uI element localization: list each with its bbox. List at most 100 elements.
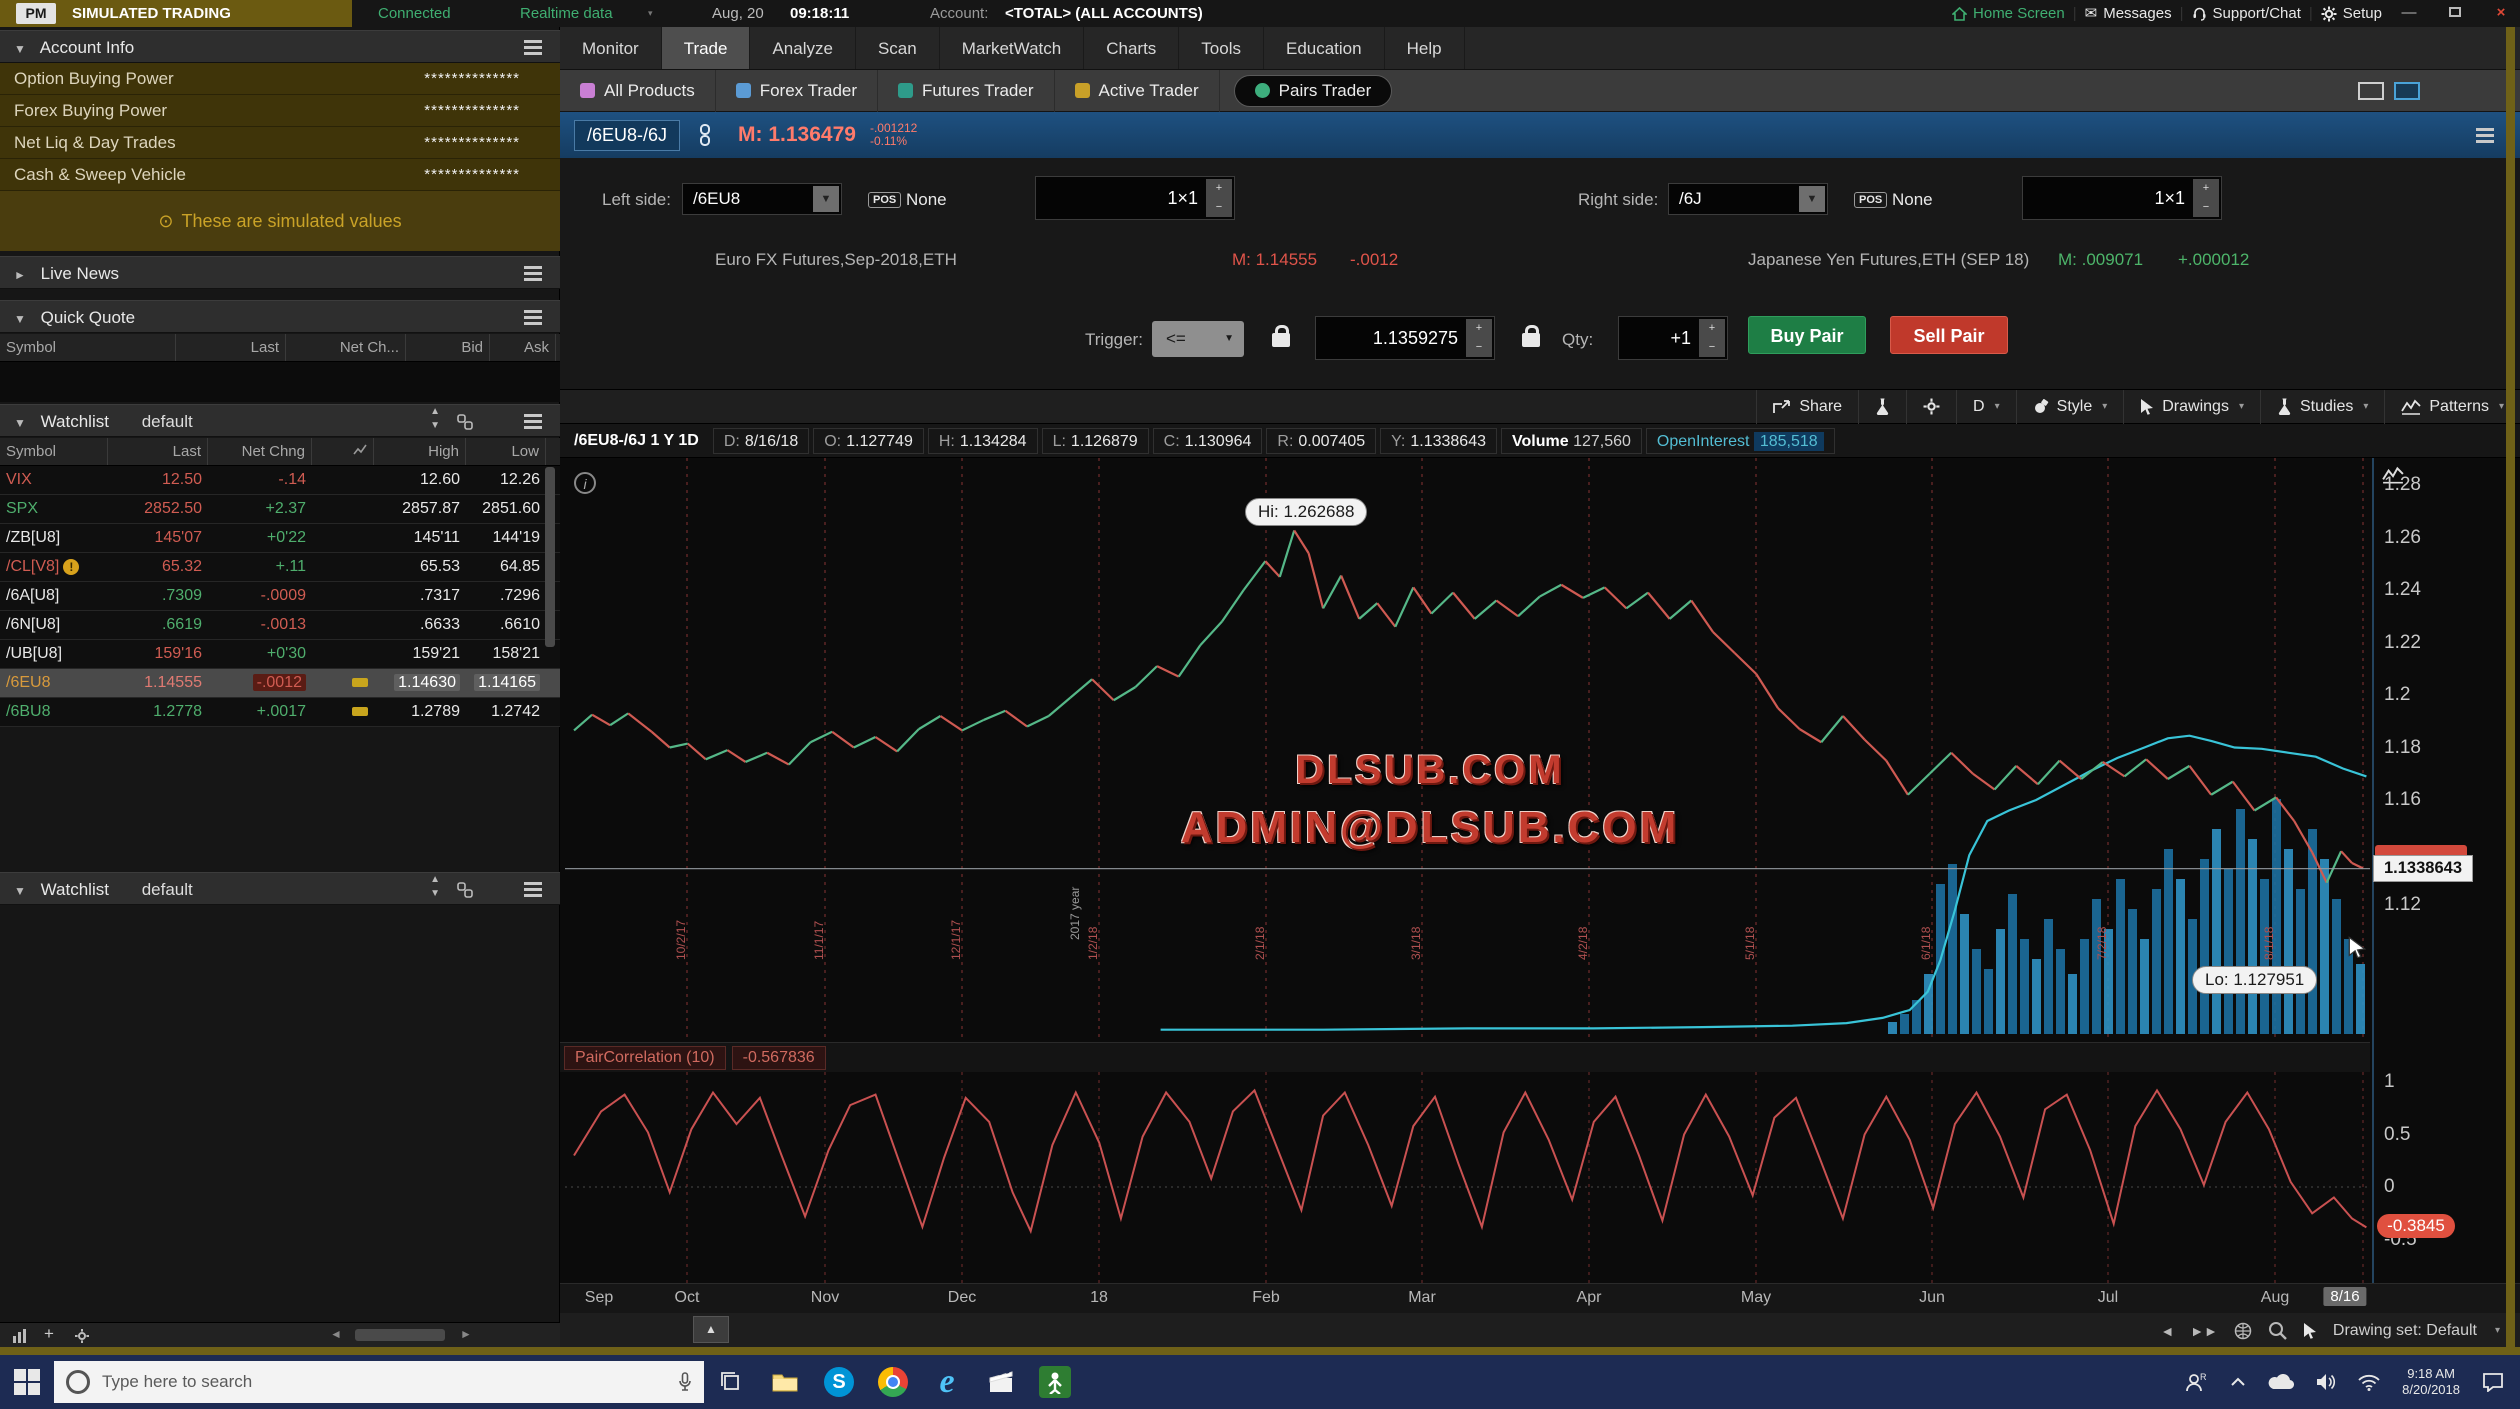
qq-col-bid[interactable]: Bid (406, 334, 490, 361)
mic-icon[interactable] (678, 1372, 692, 1392)
share-button[interactable]: Share (1756, 390, 1858, 424)
support-chat-button[interactable]: Support/Chat (2192, 0, 2301, 27)
left-symbol-dropdown[interactable]: /6EU8▼ (682, 183, 842, 215)
tab-analyze[interactable]: Analyze (750, 27, 855, 69)
wl-col-net-chng[interactable]: Net Chng (208, 438, 312, 465)
movies-tv-button[interactable] (974, 1355, 1028, 1409)
sort-icon[interactable]: ▲▼ (430, 873, 440, 901)
right-symbol-dropdown[interactable]: /6J▼ (1668, 183, 1828, 215)
studies-dropdown[interactable]: Studies▾ (2260, 390, 2384, 424)
volume-icon[interactable] (2316, 1373, 2336, 1391)
drawings-dropdown[interactable]: Drawings▾ (2123, 390, 2260, 424)
watchlist-name-dropdown[interactable]: default (142, 412, 193, 431)
tab-help[interactable]: Help (1385, 27, 1465, 69)
watchlist-row-zb-u8[interactable]: /ZB[U8]145'07+0'22145'11144'19 (0, 524, 560, 553)
chrome-button[interactable] (866, 1355, 920, 1409)
study-chart-svg[interactable] (565, 1072, 2372, 1283)
watchlist2-name-dropdown[interactable]: default (142, 880, 193, 899)
spinner-up-icon[interactable]: + (1699, 319, 1725, 338)
quick-study-button[interactable] (1858, 390, 1906, 424)
tray-expand-icon[interactable] (2230, 1377, 2246, 1387)
chart-info-icon[interactable]: i (574, 472, 596, 494)
wl-col-low[interactable]: Low (466, 438, 546, 465)
pairbar-menu-icon[interactable] (2476, 128, 2494, 131)
study-name[interactable]: PairCorrelation (10) (564, 1046, 726, 1070)
layout-split-icon[interactable] (2394, 82, 2420, 100)
onedrive-icon[interactable] (2268, 1374, 2294, 1390)
qq-col-last[interactable]: Last (176, 334, 286, 361)
link-chain-icon[interactable] (698, 124, 712, 146)
watchlist-row-6n-u8[interactable]: /6N[U8].6619-.0013.6633.6610 (0, 611, 560, 640)
trigger-op-dropdown[interactable]: <=▼ (1152, 321, 1244, 357)
section-menu-icon[interactable] (524, 310, 542, 313)
section-live-news[interactable]: ► Live News (0, 256, 560, 289)
taskbar-clock[interactable]: 9:18 AM 8/20/2018 (2402, 1366, 2460, 1398)
realtime-caret-icon[interactable]: ▾ (648, 0, 653, 27)
tab-charts[interactable]: Charts (1084, 27, 1179, 69)
qq-col-symbol[interactable]: Symbol (0, 334, 176, 361)
taskbar-search[interactable]: Type here to search (54, 1361, 704, 1403)
subtab-active-trader[interactable]: Active Trader (1055, 70, 1220, 112)
tab-trade[interactable]: Trade (662, 27, 751, 69)
skype-button[interactable]: S (812, 1355, 866, 1409)
section-watchlist-2[interactable]: ▼ Watchlist default ▲▼ (0, 872, 560, 905)
watchlist-row-ub-u8[interactable]: /UB[U8]159'16+0'30159'21158'21 (0, 640, 560, 669)
subtab-futures-trader[interactable]: Futures Trader (878, 70, 1055, 112)
wl-col-last[interactable]: Last (108, 438, 208, 465)
section-quick-quote[interactable]: ▼ Quick Quote (0, 300, 560, 333)
sort-icon[interactable]: ▲▼ (430, 405, 440, 433)
panel-expander-button[interactable]: ▲ (693, 1316, 729, 1343)
scroll-left-icon[interactable]: ◄ (330, 1327, 342, 1341)
style-dropdown[interactable]: Style▾ (2016, 390, 2124, 424)
dropdown-arrow-icon[interactable]: ▼ (813, 186, 839, 212)
thinkorswim-button[interactable] (1028, 1355, 1082, 1409)
setup-button[interactable]: Setup (2321, 0, 2382, 27)
subtab-all-products[interactable]: All Products (560, 70, 716, 112)
buy-pair-button[interactable]: Buy Pair (1748, 316, 1866, 354)
horizontal-scrollbar-thumb[interactable] (355, 1329, 445, 1341)
cursor-tool-icon[interactable] (2303, 1322, 2317, 1339)
watchlist-row-vix[interactable]: VIX12.50-.1412.6012.26 (0, 466, 560, 495)
qty-spinner[interactable]: +1 + − (1618, 316, 1728, 360)
section-menu-icon[interactable] (524, 266, 542, 269)
section-menu-icon[interactable] (524, 882, 542, 885)
section-account-info[interactable]: ▼ Account Info (0, 30, 560, 63)
timeframe-dropdown[interactable]: D▾ (1956, 390, 2016, 424)
pair-symbol[interactable]: /6EU8-/6J (574, 120, 680, 151)
subtab-pairs-trader[interactable]: Pairs Trader (1234, 75, 1393, 107)
sidebar-scrollbar[interactable] (545, 467, 555, 647)
spinner-up-icon[interactable]: + (2193, 179, 2219, 198)
action-center-icon[interactable] (2482, 1372, 2504, 1392)
lock-icon[interactable] (1272, 333, 1290, 347)
wifi-icon[interactable] (2358, 1374, 2380, 1391)
messages-button[interactable]: ✉ Messages (2085, 0, 2172, 27)
tab-tools[interactable]: Tools (1179, 27, 1264, 69)
sell-pair-button[interactable]: Sell Pair (1890, 316, 2008, 354)
left-ratio-spinner[interactable]: 1×1 + − (1035, 176, 1235, 220)
zoom-icon[interactable] (2268, 1321, 2287, 1340)
layout-single-icon[interactable] (2358, 82, 2384, 100)
spinner-down-icon[interactable]: − (1466, 338, 1492, 357)
spinner-down-icon[interactable]: − (1206, 198, 1232, 217)
globe-icon[interactable] (2234, 1322, 2252, 1340)
spinner-up-icon[interactable]: + (1466, 319, 1492, 338)
watchlist-row-6a-u8[interactable]: /6A[U8].7309-.0009.7317.7296 (0, 582, 560, 611)
scroll-right-icon[interactable]: ► (460, 1327, 472, 1341)
lock-icon[interactable] (1522, 333, 1540, 347)
spinner-down-icon[interactable]: − (2193, 198, 2219, 217)
realtime-status[interactable]: Realtime data (520, 0, 613, 27)
spinner-up-icon[interactable]: + (1206, 179, 1232, 198)
watchlist-row-spx[interactable]: SPX2852.50+2.372857.872851.60 (0, 495, 560, 524)
spinner-down-icon[interactable]: − (1699, 338, 1725, 357)
account-selector[interactable]: <TOTAL> (ALL ACCOUNTS) (1005, 0, 1203, 27)
tab-scan[interactable]: Scan (856, 27, 940, 69)
gear-icon[interactable] (74, 1328, 90, 1344)
pan-left-icon[interactable]: ◄ (2160, 1323, 2174, 1339)
watchlist-row-6bu8[interactable]: /6BU81.2778+.00171.27891.2742 (0, 698, 560, 727)
trigger-price-spinner[interactable]: 1.1359275 + − (1315, 316, 1495, 360)
section-menu-icon[interactable] (524, 40, 542, 43)
drawing-set-label[interactable]: Drawing set: Default (2333, 1322, 2477, 1340)
patterns-dropdown[interactable]: Patterns▾ (2384, 390, 2520, 424)
pan-right-icon[interactable]: ►► (2190, 1323, 2218, 1339)
chart-mini-icon[interactable] (12, 1328, 30, 1344)
